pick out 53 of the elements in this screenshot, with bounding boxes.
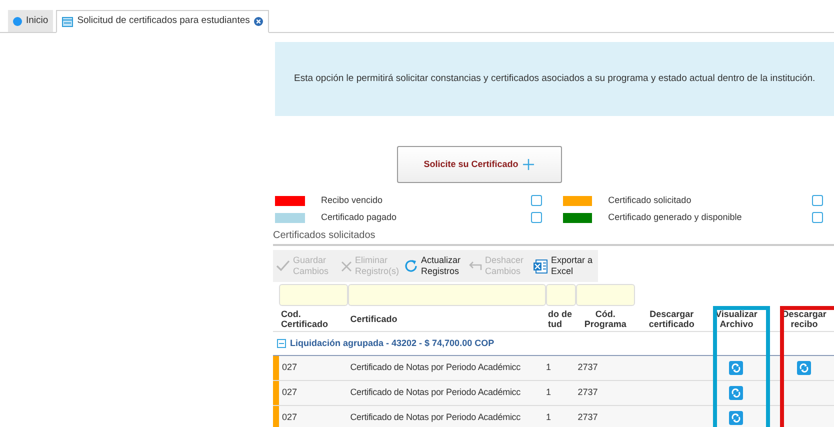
column-header: do de tud bbox=[547, 308, 574, 330]
refresh-icon bbox=[404, 259, 418, 273]
info-text: Esta opción le permitirá solicitar constancias y certificados asociados a su programa y estado actual dentro de la institución. bbox=[294, 72, 816, 86]
table-cell-text: 1 bbox=[546, 411, 552, 424]
table-cell-text: Certificado de Notas por Periodo Académicc bbox=[350, 361, 520, 374]
filter-field[interactable] bbox=[278, 284, 348, 306]
group-label: Liquidación agrupada - 43202 - $ 74,700.00 COP bbox=[290, 336, 494, 350]
table-cell-text: 027 bbox=[282, 361, 297, 374]
legend-label: Certificado pagado bbox=[321, 210, 398, 224]
plus-icon bbox=[523, 159, 534, 170]
tab[interactable]: Inicio bbox=[8, 10, 54, 32]
table-cell-text: 027 bbox=[282, 411, 297, 424]
table-cell-text: 027 bbox=[282, 386, 297, 400]
table-cell-text: 1 bbox=[546, 361, 552, 374]
tab[interactable]: Solicitud de certificados para estudiantes bbox=[56, 10, 269, 33]
table-cell-text: 2737 bbox=[578, 411, 598, 424]
spreadsheet-icon bbox=[533, 258, 548, 274]
arrows-square-icon[interactable] bbox=[729, 361, 744, 375]
legend-label: Certificado solicitado bbox=[608, 194, 692, 207]
arrows-square-icon[interactable] bbox=[797, 361, 812, 375]
table-cell-text: 2737 bbox=[578, 361, 598, 374]
toolbar-button[interactable]: Actualizar Registros bbox=[404, 255, 465, 277]
checkbox[interactable] bbox=[531, 212, 542, 223]
legend-label: Certificado generado y disponible bbox=[608, 210, 743, 224]
checkbox[interactable] bbox=[812, 212, 823, 223]
request-certificate-button[interactable]: Solicite su Certificado bbox=[396, 146, 562, 183]
arrows-square-icon[interactable] bbox=[729, 411, 744, 425]
close-icon[interactable] bbox=[254, 17, 263, 26]
filter-field[interactable] bbox=[546, 284, 576, 306]
filter-field[interactable] bbox=[348, 284, 546, 306]
column-header: Cod. Certificado bbox=[280, 308, 329, 330]
checkbox[interactable] bbox=[812, 195, 823, 206]
checkbox[interactable] bbox=[531, 195, 542, 206]
tab-label: Inicio bbox=[26, 14, 48, 28]
column-header: Visualizar Archivo bbox=[714, 308, 758, 330]
legend-label: Recibo vencido bbox=[321, 194, 384, 207]
table-cell-text: 1 bbox=[546, 386, 552, 400]
window-icon bbox=[62, 16, 74, 26]
section-title: Certificados solicitados bbox=[273, 230, 376, 241]
undo-icon bbox=[469, 261, 482, 271]
column-header: Certificado bbox=[349, 312, 398, 326]
collapse-icon[interactable] bbox=[277, 339, 286, 348]
arrows-square-icon[interactable] bbox=[729, 386, 744, 400]
column-header: Descargar certificado bbox=[648, 308, 696, 330]
filter-field[interactable] bbox=[576, 284, 636, 306]
toolbar-button[interactable]: Exportar a Excel bbox=[533, 255, 595, 277]
table-cell-text: Certificado de Notas por Periodo Académicc bbox=[350, 386, 520, 400]
check-icon bbox=[276, 260, 290, 272]
tab-label: Solicitud de certificados para estudiantes bbox=[77, 14, 250, 28]
table-cell-text: 2737 bbox=[578, 386, 598, 400]
close-icon bbox=[341, 260, 352, 272]
column-header: Cód. Programa bbox=[583, 308, 628, 331]
table-cell-text: Certificado de Notas por Periodo Académicc bbox=[350, 411, 520, 424]
